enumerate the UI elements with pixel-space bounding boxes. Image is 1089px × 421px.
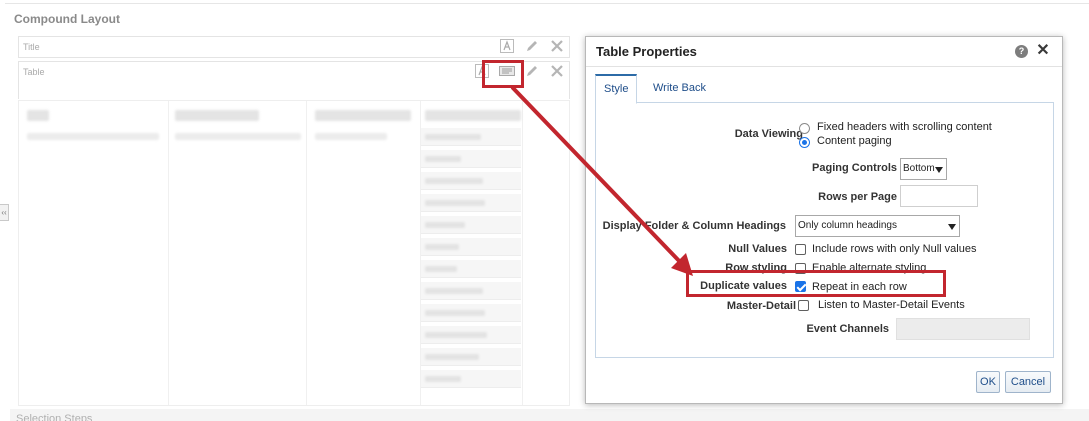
paging-controls-label: Paging Controls [812,162,897,174]
preview-cell [421,172,521,190]
paging-controls-value: Bottom [903,163,935,174]
table-properties-icon-highlight [482,60,524,88]
master-detail-checkbox[interactable] [798,300,809,311]
table-properties-dialog: Table Properties ? ✕ Style Write Back Da… [585,36,1063,404]
title-view-panel: Title [18,36,570,58]
preview-cell [421,238,521,256]
format-text-icon[interactable] [499,38,515,54]
selection-steps-bar[interactable]: Selection Steps [10,409,1089,421]
remove-view-icon[interactable] [549,38,565,54]
preview-cell [421,304,521,322]
collapse-panel-button[interactable]: ‹‹ [0,204,9,221]
master-detail-option-label: Listen to Master-Detail Events [818,299,965,311]
preview-cell [27,133,159,140]
selection-steps-label: Selection Steps [16,413,93,421]
preview-cell [175,133,301,140]
fixed-headers-radio[interactable] [799,123,810,134]
table-view-label: Table [23,67,45,77]
style-tab-panel: Data Viewing Fixed headers with scrollin… [595,103,1054,358]
null-values-label: Null Values [728,243,787,255]
preview-header [27,110,49,121]
preview-header [315,110,411,121]
chevron-down-icon [935,167,943,173]
help-icon[interactable]: ? [1015,45,1028,58]
preview-cell [421,260,521,278]
preview-cell [421,370,521,388]
content-paging-option-label: Content paging [817,135,892,147]
remove-view-icon[interactable] [549,63,565,79]
preview-cell [421,348,521,366]
edit-pencil-icon[interactable] [524,38,540,54]
display-headings-value: Only column headings [798,220,897,231]
tab-write-back[interactable]: Write Back [645,74,714,103]
preview-cell [421,282,521,300]
dialog-title: Table Properties [596,44,697,59]
preview-cell [315,133,387,140]
master-detail-label: Master-Detail [726,300,796,312]
dialog-header: Table Properties ? ✕ [586,37,1062,67]
preview-cell [421,216,521,234]
preview-column [169,101,307,405]
rows-per-page-input[interactable] [900,185,978,207]
title-view-toolbar [499,38,565,54]
fixed-headers-option-label: Fixed headers with scrolling content [817,121,992,133]
display-headings-select[interactable]: Only column headings [795,215,960,237]
null-values-checkbox[interactable] [795,244,806,255]
data-viewing-label: Data Viewing [734,128,803,140]
close-icon[interactable]: ✕ [1036,43,1050,59]
preview-column [307,101,421,405]
null-values-option-label: Include rows with only Null values [812,243,977,255]
preview-cell [421,150,521,168]
paging-controls-select[interactable]: Bottom [900,158,947,180]
preview-cell [421,326,521,344]
content-paging-radio[interactable] [799,137,810,148]
rows-per-page-label: Rows per Page [818,191,897,203]
event-channels-input [896,318,1030,340]
tab-bar: Style Write Back [595,74,1054,104]
title-view-label: Title [23,42,40,52]
ok-button[interactable]: OK [976,371,1000,393]
preview-cell [421,128,521,146]
tab-style[interactable]: Style [595,74,638,104]
compound-layout-title: Compound Layout [14,12,120,26]
preview-header [425,110,521,121]
chevron-down-icon [948,224,956,230]
edit-pencil-icon[interactable] [524,63,540,79]
cancel-button[interactable]: Cancel [1005,371,1051,393]
preview-cell [421,194,521,212]
duplicate-values-highlight [686,270,946,297]
preview-column [19,101,169,405]
blurred-table-preview [18,100,570,406]
event-channels-label: Event Channels [806,323,889,335]
top-divider [5,3,1089,4]
display-headings-label: Display Folder & Column Headings [602,220,786,232]
preview-header [175,110,259,121]
